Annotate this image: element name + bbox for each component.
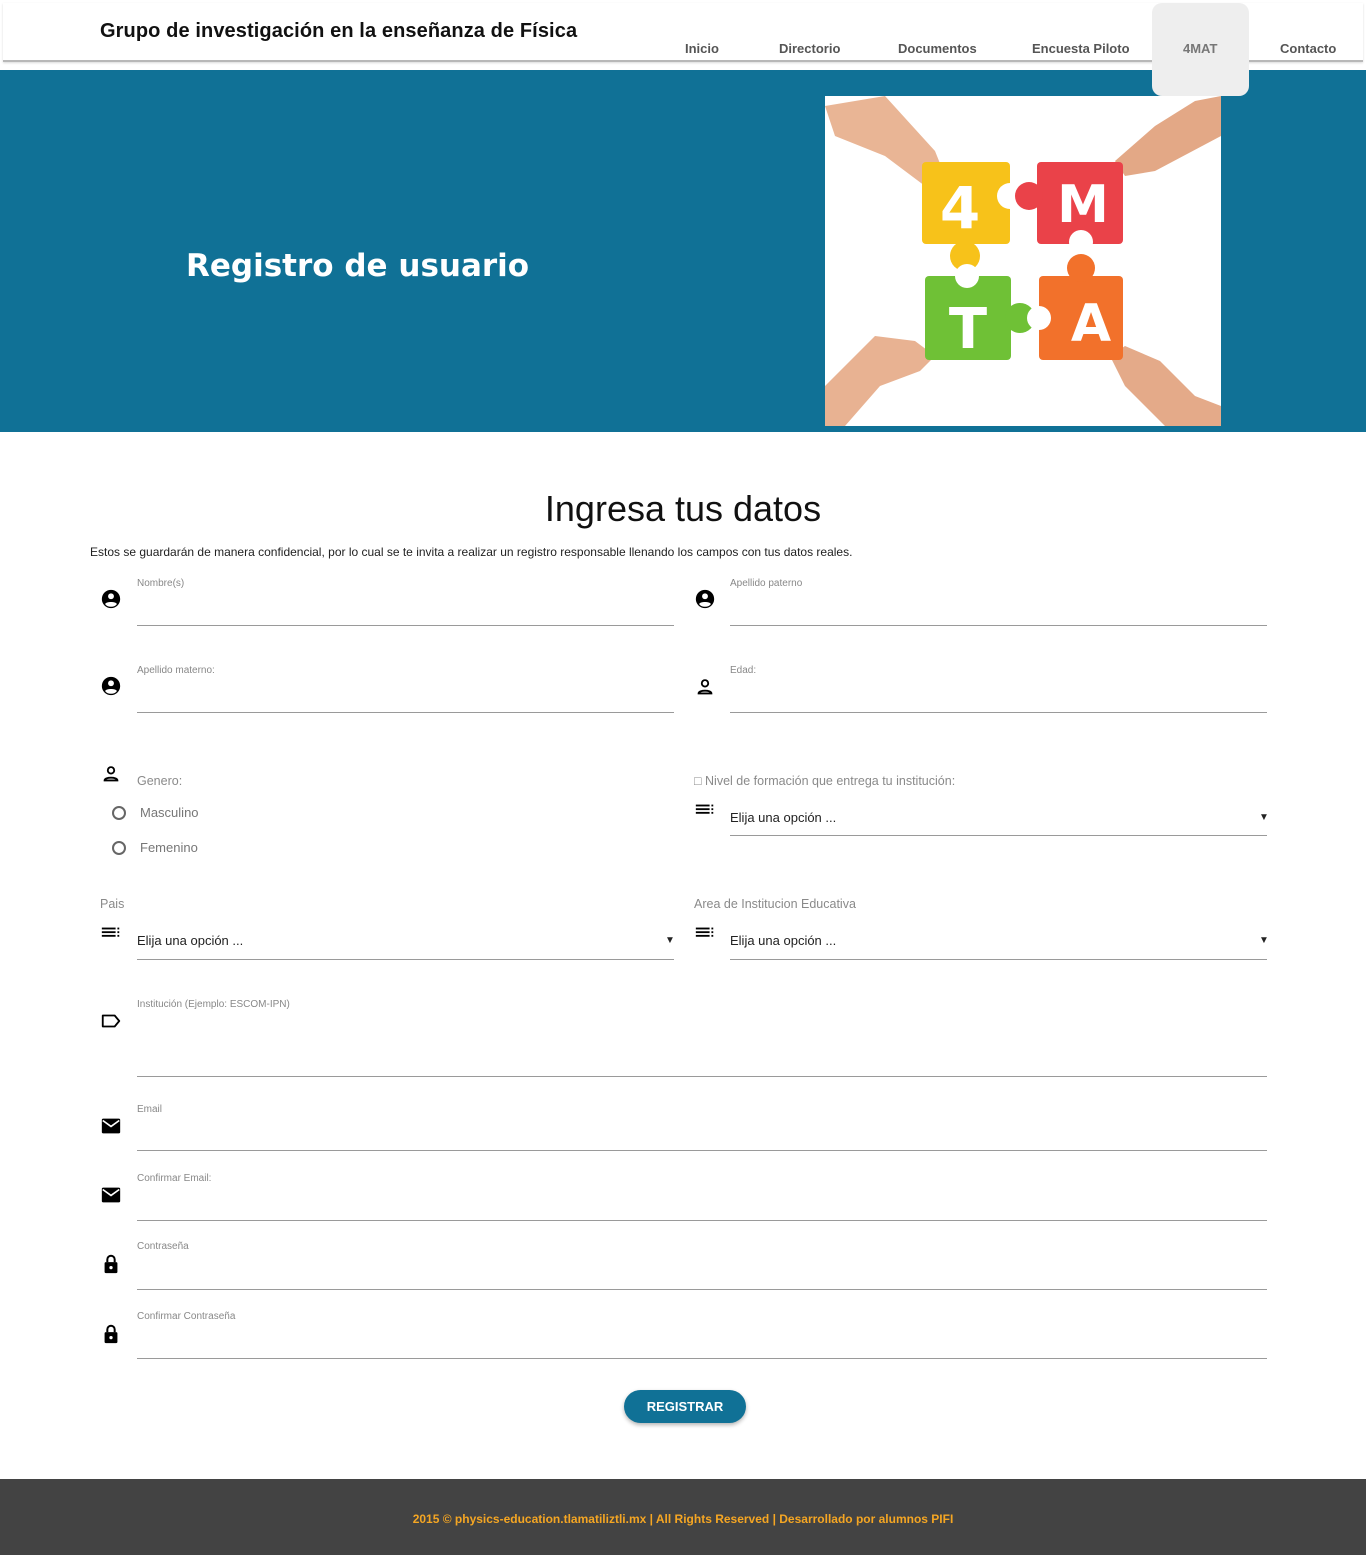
person-outline-icon [100,763,122,785]
area-select-value[interactable]: Elija una opción ... [730,933,836,948]
email-input[interactable] [137,1122,1265,1148]
password-label: Contraseña [137,1241,189,1252]
person-outline-icon [694,676,716,698]
radio-femenino[interactable] [112,841,126,855]
nav-inicio[interactable]: Inicio [685,41,719,56]
puzzle-piece-t: T [925,264,1035,362]
confirm-password-label: Confirmar Contraseña [137,1311,236,1322]
apellido-paterno-underline [730,625,1267,626]
account-circle-icon [100,588,122,610]
email-icon [100,1184,122,1206]
list-icon [694,923,716,945]
institucion-input[interactable] [137,1045,1265,1073]
4mat-puzzle-image: 4 M T A [825,96,1221,426]
institucion-underline [137,1076,1267,1077]
nav-directorio[interactable]: Directorio [779,41,840,56]
apellido-paterno-label: Apellido paterno [730,578,803,589]
apellido-materno-underline [137,712,674,713]
nivel-select-underline [730,835,1267,836]
email-icon [100,1115,122,1137]
email-underline [137,1150,1267,1151]
genero-label: Genero: [137,774,183,788]
pais-select-underline [137,959,674,960]
register-button[interactable]: REGISTRAR [624,1390,746,1423]
puzzle-piece-4: 4 [922,162,1023,271]
area-select-underline [730,959,1267,960]
email-label: Email [137,1104,163,1115]
site-header: Grupo de investigación en la enseñanza d… [0,0,1366,96]
svg-text:T: T [949,297,987,362]
pais-select-value[interactable]: Elija una opción ... [137,933,243,948]
apellido-materno-label: Apellido materno: [137,665,215,676]
svg-text:A: A [1071,294,1111,354]
edad-underline [730,712,1267,713]
confirm-email-underline [137,1220,1267,1221]
password-underline [137,1289,1267,1290]
nav-4mat[interactable]: 4MAT [1183,41,1217,56]
dropdown-arrow-icon[interactable]: ▼ [1259,935,1269,946]
form-title: Ingresa tus datos [544,488,822,529]
list-icon [100,923,122,945]
list-icon [694,800,716,822]
nivel-select-value[interactable]: Elija una opción ... [730,810,836,825]
masculino-label[interactable]: Masculino [140,805,199,820]
lock-icon [100,1323,122,1345]
footer-copyright: 2015 © physics-education.tlamatiliztli.m… [412,1512,954,1526]
edad-input[interactable] [730,685,1266,709]
confirm-email-label: Confirmar Email: [137,1173,212,1184]
nav-contacto[interactable]: Contacto [1280,41,1336,56]
apellido-materno-input[interactable] [137,685,673,709]
nombre-input[interactable] [137,598,673,622]
site-title: Grupo de investigación en la enseñanza d… [100,20,578,42]
puzzle-piece-a: A [1027,254,1123,360]
svg-text:4: 4 [940,174,980,242]
radio-masculino[interactable] [112,806,126,820]
apellido-paterno-input[interactable] [730,598,1266,622]
edad-label: Edad: [730,665,757,676]
confirm-email-input[interactable] [137,1192,1265,1218]
account-circle-icon [100,675,122,697]
dropdown-arrow-icon[interactable]: ▼ [665,935,675,946]
site-footer: 2015 © physics-education.tlamatiliztli.m… [0,1479,1366,1555]
hero-banner: Registro de usuario 4 M T A [0,70,1366,432]
area-label: Area de Institucion Educativa [694,897,856,911]
femenino-label[interactable]: Femenino [140,840,198,855]
dropdown-arrow-icon[interactable]: ▼ [1259,812,1269,823]
nivel-label: □ Nivel de formación que entrega tu inst… [694,774,956,788]
nav-encuesta-piloto[interactable]: Encuesta Piloto [1032,41,1130,56]
confirm-password-underline [137,1358,1267,1359]
svg-text:M: M [1057,175,1109,235]
password-input[interactable] [137,1260,1265,1286]
nombre-underline [137,625,674,626]
institucion-label: Institución (Ejemplo: ESCOM-IPN) [137,999,290,1010]
pais-label: Pais [100,897,125,911]
confirm-password-input[interactable] [137,1330,1265,1356]
lock-icon [100,1253,122,1275]
nombre-label: Nombre(s) [137,578,185,589]
account-circle-icon [694,588,716,610]
nav-documentos[interactable]: Documentos [898,41,977,56]
label-tag-icon [100,1010,122,1032]
puzzle-piece-m: M [1015,162,1123,254]
form-intro: Estos se guardarán de manera confidencia… [90,545,853,559]
banner-title: Registro de usuario [186,248,530,284]
